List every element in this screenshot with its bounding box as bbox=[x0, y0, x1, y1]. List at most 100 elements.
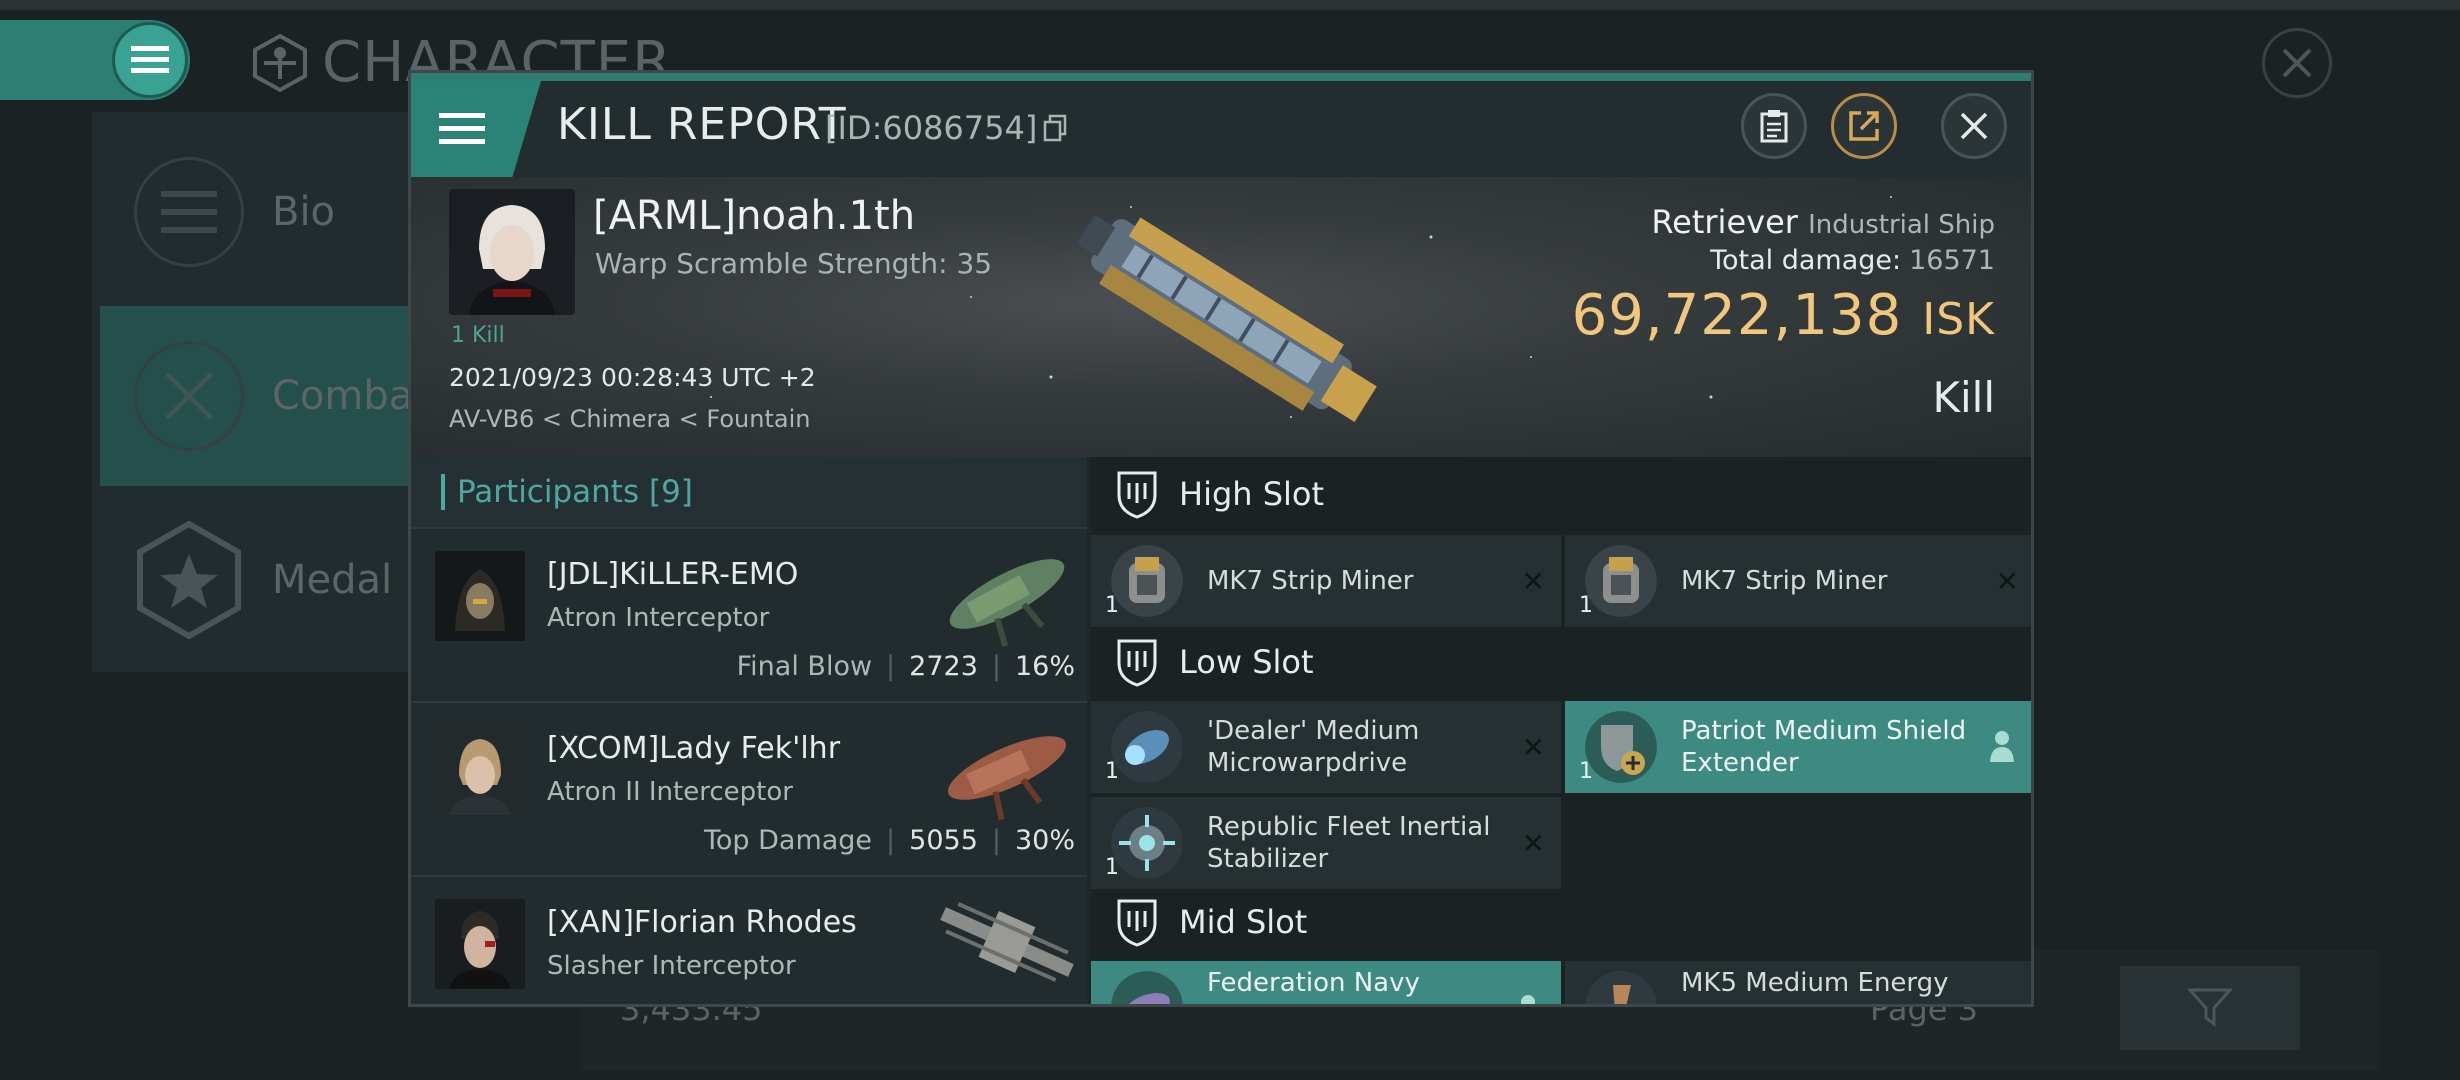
crossed-swords-icon bbox=[134, 341, 244, 451]
participant-portrait bbox=[435, 725, 525, 815]
item-quantity: 1 bbox=[1579, 593, 1593, 618]
isk-amount: 69,722,138 bbox=[1571, 283, 1903, 348]
participant-name: [JDL]KiLLER-EMO bbox=[547, 557, 799, 592]
high-slot-label: High Slot bbox=[1179, 475, 1325, 513]
strip-miner-icon bbox=[1111, 545, 1183, 617]
mid-slot-header: Mid Slot bbox=[1091, 885, 2031, 959]
participant-row[interactable]: [XCOM]Lady Fek'lhr Atron II Interceptor … bbox=[411, 701, 1087, 875]
close-button[interactable] bbox=[1941, 93, 2007, 159]
menu-icon bbox=[439, 113, 485, 144]
copy-icon[interactable] bbox=[1043, 114, 1067, 142]
item-name: Patriot Medium Shield Extender bbox=[1681, 715, 1967, 779]
participants-accent-bar bbox=[441, 474, 445, 510]
item-name: Federation Navy bbox=[1207, 967, 1420, 998]
clipboard-button[interactable] bbox=[1741, 93, 1807, 159]
fitting-slots-panel: High Slot 1 MK7 Strip Miner ✕ 1 MK7 Stri… bbox=[1091, 457, 2031, 1004]
fitted-item[interactable]: MK5 Medium Energy ✕ bbox=[1565, 961, 2031, 1004]
filter-button[interactable] bbox=[2120, 966, 2300, 1050]
participant-damage: 2723 bbox=[909, 651, 978, 682]
victim-kill-count: 1 Kill bbox=[451, 323, 505, 348]
participant-tag: Final Blow bbox=[736, 651, 873, 682]
character-hexagon-icon bbox=[253, 33, 307, 92]
item-quantity: 1 bbox=[1105, 855, 1119, 880]
tab-combat[interactable]: Combat bbox=[100, 306, 450, 486]
report-id-text: [ID:6086754] bbox=[825, 109, 1038, 147]
modal-header: KILL REPORT [ID:6086754] bbox=[411, 81, 2031, 177]
participant-name: [XAN]Florian Rhodes bbox=[547, 905, 857, 940]
kill-location: AV-VB6 < Chimera < Fountain bbox=[449, 405, 811, 433]
fitted-item[interactable]: Federation Navy bbox=[1091, 961, 1561, 1004]
clipboard-icon bbox=[1760, 110, 1788, 143]
share-button[interactable] bbox=[1831, 93, 1897, 159]
participants-label: Participants bbox=[457, 474, 640, 510]
modal-menu-button[interactable] bbox=[411, 81, 541, 177]
kill-summary: [ARML]noah.1th Warp Scramble Strength: 3… bbox=[411, 177, 2031, 457]
menu-lines-icon bbox=[134, 157, 244, 267]
participant-portrait bbox=[435, 899, 525, 989]
energy-module-icon bbox=[1585, 971, 1657, 1004]
participant-damage: 5055 bbox=[909, 825, 978, 856]
slot-shield-icon bbox=[1117, 471, 1157, 519]
item-quantity: 1 bbox=[1105, 759, 1119, 784]
fitted-item[interactable]: 1 MK7 Strip Miner ✕ bbox=[1091, 535, 1561, 627]
participant-ship-render bbox=[940, 902, 1074, 982]
victim-portrait[interactable] bbox=[449, 189, 575, 315]
report-id: [ID:6086754] bbox=[825, 109, 1067, 147]
item-name: MK7 Strip Miner bbox=[1681, 565, 1888, 596]
item-quantity: 1 bbox=[1579, 759, 1593, 784]
tab-medal-label: Medal bbox=[272, 557, 393, 603]
slot-shield-icon bbox=[1117, 899, 1157, 947]
dropped-person-icon bbox=[1521, 995, 1535, 1004]
participant-row[interactable]: [JDL]KiLLER-EMO Atron Interceptor Final … bbox=[411, 527, 1087, 701]
ship-name: Retriever bbox=[1651, 203, 1798, 241]
microwarpdrive-icon bbox=[1111, 711, 1183, 783]
destroyed-x-icon: ✕ bbox=[1521, 827, 1545, 860]
participant-stats: Top Damage | 5055 | 30% bbox=[703, 825, 1075, 856]
filter-icon bbox=[2188, 988, 2232, 1027]
destroyed-x-icon: ✕ bbox=[1521, 565, 1545, 598]
item-name: MK7 Strip Miner bbox=[1207, 565, 1414, 596]
slot-shield-icon bbox=[1117, 639, 1157, 687]
close-icon bbox=[1960, 112, 1988, 140]
participant-ship: Atron Interceptor bbox=[547, 603, 770, 633]
isk-value: 69,722,138 ISK bbox=[1572, 283, 1995, 348]
tab-medal[interactable]: Medal bbox=[100, 490, 450, 670]
participant-stats: Final Blow | 2723 | 16% bbox=[736, 651, 1075, 682]
modal-top-accent bbox=[411, 73, 2031, 81]
tab-bio[interactable]: Bio bbox=[100, 122, 450, 302]
warp-scramble-strength: Warp Scramble Strength: 35 bbox=[595, 247, 993, 280]
victim-name[interactable]: [ARML]noah.1th bbox=[593, 193, 915, 239]
kill-datetime: 2021/09/23 00:28:43 UTC +2 bbox=[449, 363, 816, 392]
participant-ship-render bbox=[947, 736, 1067, 821]
mid-slot-label: Mid Slot bbox=[1179, 903, 1308, 941]
participants-header: Participants [9] bbox=[411, 457, 1087, 527]
participants-count: [9] bbox=[648, 474, 693, 510]
participant-ship: Slasher Interceptor bbox=[547, 951, 796, 981]
participant-row[interactable]: [XAN]Florian Rhodes Slasher Interceptor bbox=[411, 875, 1087, 1004]
destroyed-x-icon: ✕ bbox=[1996, 997, 2019, 1004]
close-icon bbox=[2282, 48, 2312, 78]
background-menu-icon[interactable] bbox=[112, 22, 188, 98]
fitted-item[interactable]: 1 MK7 Strip Miner ✕ bbox=[1565, 535, 2031, 627]
total-damage: Total damage: 16571 bbox=[1710, 245, 1995, 276]
fitted-item[interactable]: 1 'Dealer' Medium Microwarpdrive ✕ bbox=[1091, 701, 1561, 793]
low-slot-header: Low Slot bbox=[1091, 625, 2031, 699]
low-slot-label: Low Slot bbox=[1179, 643, 1314, 681]
shield-extender-icon bbox=[1585, 711, 1657, 783]
item-name: Republic Fleet Inertial Stabilizer bbox=[1207, 811, 1491, 875]
fitted-item[interactable]: 1 Republic Fleet Inertial Stabilizer ✕ bbox=[1091, 797, 1561, 889]
total-damage-label: Total damage: bbox=[1710, 245, 1902, 276]
fitted-item[interactable]: 1 Patriot Medium Shield Extender bbox=[1565, 701, 2031, 793]
item-quantity: 1 bbox=[1105, 593, 1119, 618]
participant-portrait bbox=[435, 551, 525, 641]
tab-combat-label: Combat bbox=[272, 373, 429, 419]
destroyed-x-icon: ✕ bbox=[1995, 565, 2019, 598]
star-hexagon-icon bbox=[134, 520, 244, 640]
isk-unit: ISK bbox=[1922, 294, 1995, 345]
participant-tag: Top Damage bbox=[703, 825, 873, 856]
dropped-person-icon bbox=[1990, 731, 2014, 762]
ship-type: Retriever Industrial Ship bbox=[1651, 203, 1995, 241]
federation-navy-module-icon bbox=[1111, 971, 1183, 1004]
strip-miner-icon bbox=[1585, 545, 1657, 617]
background-close-button[interactable] bbox=[2262, 28, 2332, 98]
